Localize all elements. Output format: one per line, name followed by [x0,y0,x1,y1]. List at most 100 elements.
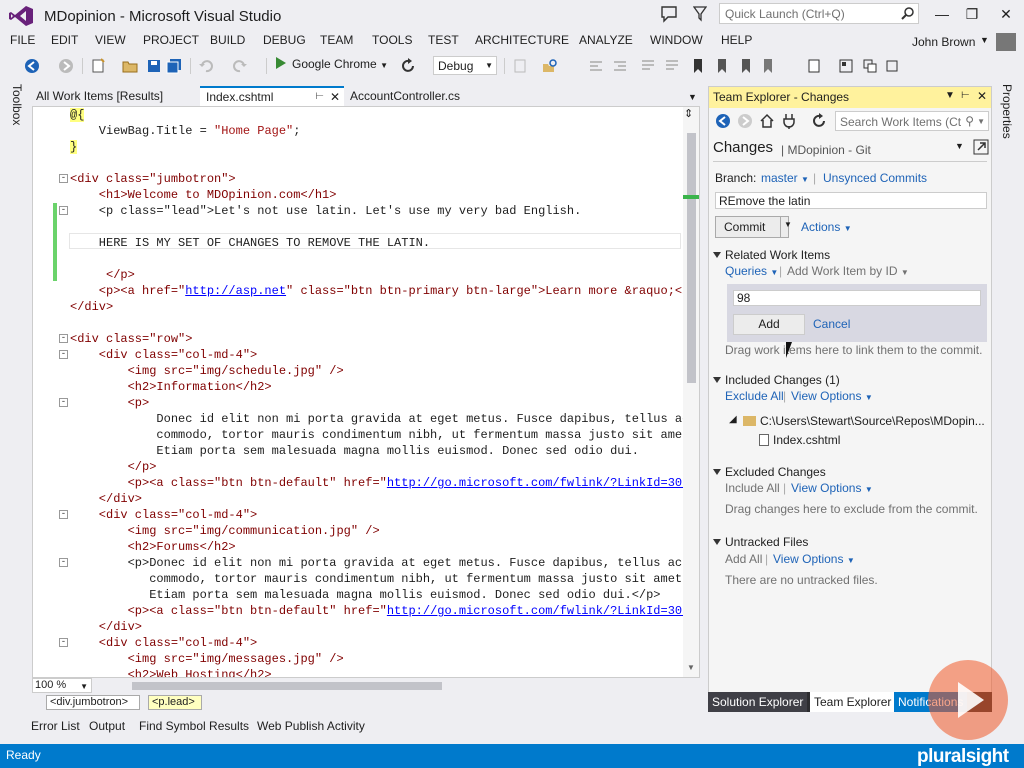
section-excluded-changes[interactable]: Excluded Changes [713,465,826,479]
refresh-icon[interactable] [811,113,827,129]
tab-index-cshtml[interactable]: Index.cshtml ⊢ ✕ [200,86,344,106]
notification-filter-icon[interactable] [693,6,707,22]
tab-output[interactable]: Output [89,719,125,733]
menu-analyze[interactable]: ANALYZE [579,33,633,47]
repo-folder[interactable]: C:\Users\Stewart\Source\Repos\MDopin... [743,414,985,428]
open-file-icon[interactable] [122,58,138,74]
feedback-icon[interactable] [660,5,678,23]
menu-architecture[interactable]: ARCHITECTURE [475,33,569,47]
view-options-dropdown[interactable]: View Options ▼ [791,389,873,403]
scroll-down-icon[interactable]: ▼ [687,663,695,672]
fold-toggle[interactable]: - [59,174,68,183]
browser-link-icon[interactable] [806,58,822,74]
add-all-link[interactable]: Add All [725,552,762,566]
chevron-down-icon[interactable]: ▼ [977,117,985,126]
user-name[interactable]: John Brown [912,35,975,49]
back-icon[interactable] [715,113,731,129]
menu-help[interactable]: HELP [721,33,752,47]
clear-bookmarks-icon[interactable] [760,58,776,74]
uncomment-icon[interactable] [664,58,680,74]
breadcrumb-item[interactable]: <div.jumbotron> [46,695,140,710]
quick-launch-input[interactable]: Quick Launch (Ctrl+Q) [719,3,919,24]
fold-toggle[interactable]: - [59,510,68,519]
minimize-button[interactable]: — [928,4,956,24]
menu-edit[interactable]: EDIT [51,33,78,47]
restore-button[interactable]: ❐ [958,4,986,24]
work-items-search-input[interactable]: Search Work Items (Ct ⚲ ▼ [835,111,989,131]
vertical-scrollbar[interactable]: ⇕ ▼ [683,107,699,677]
tab-account-controller[interactable]: AccountController.cs [344,86,484,106]
branch-dropdown[interactable]: master ▼ [761,171,809,185]
close-icon[interactable]: ✕ [977,89,987,103]
start-debugging-button[interactable]: Google Chrome ▼ [276,57,388,75]
menu-file[interactable]: FILE [10,33,35,47]
cancel-link[interactable]: Cancel [813,317,850,331]
forward-icon[interactable] [58,58,74,74]
menu-view[interactable]: VIEW [95,33,126,47]
pin-icon[interactable]: ⊢ [315,91,324,102]
fold-toggle[interactable]: - [59,350,68,359]
fold-toggle[interactable]: - [59,334,68,343]
format-icon[interactable] [588,58,604,74]
tab-all-work-items[interactable]: All Work Items [Results] [30,86,196,106]
tab-find-symbol-results[interactable]: Find Symbol Results [139,719,249,733]
back-icon[interactable] [24,58,40,74]
comment-icon[interactable] [640,58,656,74]
undo-icon[interactable] [198,58,214,74]
horizontal-scrollbar-thumb[interactable] [132,682,442,690]
menu-project[interactable]: PROJECT [143,33,199,47]
attach-icon[interactable] [512,58,528,74]
indent-icon[interactable] [612,58,628,74]
avatar[interactable] [996,33,1016,51]
menu-team[interactable]: TEAM [320,33,353,47]
close-button[interactable]: ✕ [992,4,1020,24]
fold-toggle[interactable]: - [59,558,68,567]
tab-web-publish-activity[interactable]: Web Publish Activity [257,719,365,733]
view-options-dropdown[interactable]: View Options ▼ [773,552,855,566]
included-file[interactable]: Index.cshtml [759,433,840,447]
include-all-link[interactable]: Include All [725,481,780,495]
customize-icon[interactable] [884,58,900,74]
split-window-icon[interactable]: ⇕ [684,107,693,120]
menu-tools[interactable]: TOOLS [372,33,412,47]
section-included-changes[interactable]: Included Changes (1) [713,373,840,387]
commit-message-input[interactable]: REmove the latin [715,192,987,209]
next-bookmark-icon[interactable] [738,58,754,74]
new-project-icon[interactable] [90,58,106,74]
fold-toggle[interactable]: - [59,638,68,647]
queries-dropdown[interactable]: Queries ▼ [725,264,778,278]
home-icon[interactable] [759,113,775,129]
menu-build[interactable]: BUILD [210,33,245,47]
code-editor[interactable]: @{ ViewBag.Title = "Home Page"; } - <div… [32,106,700,678]
pin-icon[interactable]: ⊢ [961,90,970,101]
code-area[interactable]: @{ ViewBag.Title = "Home Page"; } - <div… [33,107,699,677]
chevron-down-icon[interactable]: ▼ [784,220,792,229]
breadcrumb-item[interactable]: <p.lead> [148,695,202,710]
save-all-icon[interactable] [166,58,182,74]
save-icon[interactable] [146,58,162,74]
forward-icon[interactable] [737,113,753,129]
menu-window[interactable]: WINDOW [650,33,703,47]
menu-debug[interactable]: DEBUG [263,33,306,47]
layout-icon[interactable] [838,58,854,74]
tab-error-list[interactable]: Error List [31,719,80,733]
find-icon[interactable] [542,58,558,74]
close-icon[interactable]: ✕ [330,90,340,104]
view-options-dropdown[interactable]: View Options ▼ [791,481,873,495]
scrollbar-thumb[interactable] [687,133,696,383]
add-work-item-by-id[interactable]: Add Work Item by ID ▼ [787,264,909,278]
chevron-down-icon[interactable]: ▼ [980,35,989,45]
connect-icon[interactable] [781,113,797,129]
zoom-select[interactable]: 100 % ▼ [32,678,92,693]
windows-icon[interactable] [862,58,878,74]
commit-button[interactable]: Commit ▼ [715,216,792,238]
section-related-work-items[interactable]: Related Work Items [713,248,830,262]
add-work-item-button[interactable]: Add [733,314,805,335]
exclude-all-link[interactable]: Exclude All [725,389,784,403]
tab-team-explorer[interactable]: Team Explorer [810,692,896,712]
fold-toggle[interactable]: - [59,206,68,215]
chevron-down-icon[interactable]: ▼ [955,141,964,151]
prev-bookmark-icon[interactable] [714,58,730,74]
work-item-id-input[interactable]: 98 [733,290,981,306]
bookmark-icon[interactable] [690,58,706,74]
